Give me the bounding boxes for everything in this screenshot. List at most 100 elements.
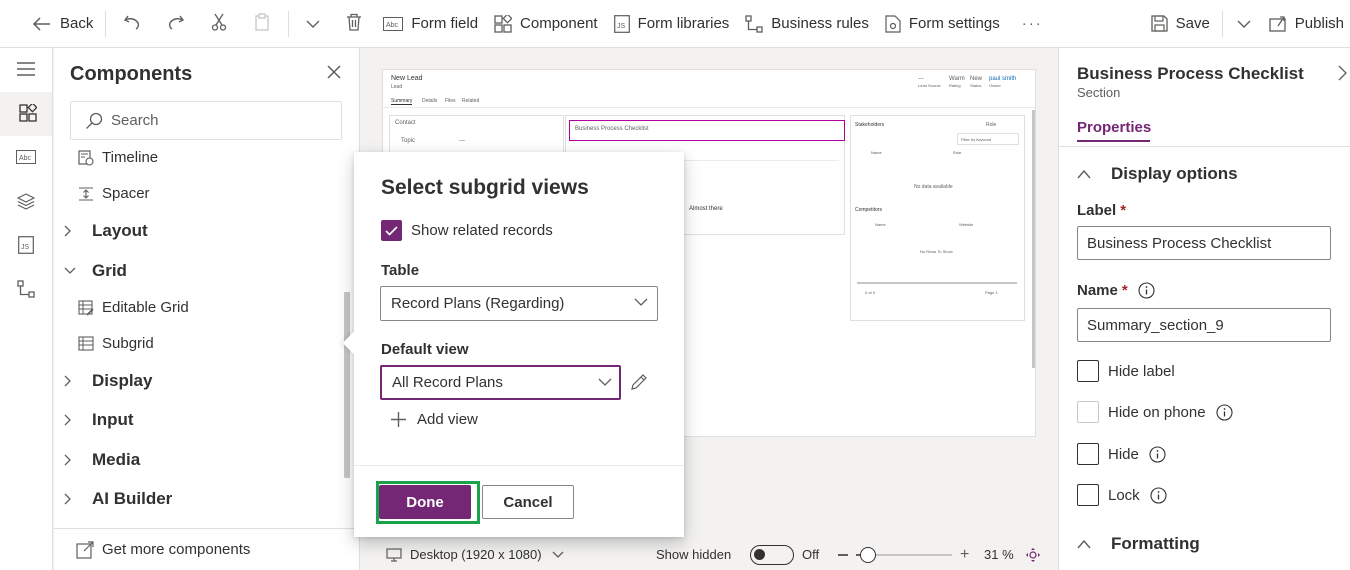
search-placeholder: Search (111, 112, 159, 129)
back-button[interactable]: Back (0, 0, 101, 48)
cut-button[interactable] (198, 0, 240, 48)
divider (1059, 146, 1350, 147)
svg-text:JS: JS (617, 23, 626, 30)
preview-col-header: Name (871, 150, 882, 155)
panel-scrollbar[interactable] (344, 292, 350, 478)
fit-screen-icon (1025, 547, 1041, 566)
hide-checkbox[interactable]: Hide (1077, 443, 1166, 465)
info-icon[interactable] (1150, 486, 1167, 504)
rail-table-columns[interactable]: Abc (0, 136, 52, 180)
form-settings-label: Form settings (908, 15, 1000, 32)
default-view-dropdown[interactable]: All Record Plans (380, 365, 621, 400)
save-options-dropdown[interactable] (1227, 0, 1261, 48)
display-options-section[interactable]: Display options (1077, 164, 1238, 184)
group-label: Layout (92, 221, 148, 240)
add-view-button[interactable]: Add view (390, 411, 478, 428)
component-item-timeline[interactable]: Timeline (78, 149, 158, 166)
tab-properties[interactable]: Properties (1077, 119, 1151, 136)
group-media[interactable]: Media (64, 450, 140, 470)
required-marker: * (1120, 202, 1127, 219)
component-item-editable-grid[interactable]: Editable Grid (78, 299, 189, 316)
tab-underline (1077, 140, 1150, 142)
group-label: Grid (92, 261, 127, 280)
select-subgrid-views-dialog: Select subgrid views Show related record… (342, 152, 684, 537)
hamburger-menu-button[interactable] (0, 48, 52, 92)
hamburger-icon (17, 61, 35, 79)
device-selector[interactable]: Desktop (1920 x 1080) (386, 547, 564, 562)
group-layout[interactable]: Layout (64, 221, 148, 241)
chevron-up-icon (1077, 539, 1101, 549)
canvas-footer: Desktop (1920 x 1080) Show hidden Off + … (361, 540, 1057, 570)
component-item-subgrid[interactable]: Subgrid (78, 335, 154, 352)
zoom-in-button[interactable]: + (960, 546, 969, 564)
table-dropdown[interactable]: Record Plans (Regarding) (380, 286, 658, 321)
search-input[interactable]: Search (70, 101, 342, 140)
group-ai-builder[interactable]: AI Builder (64, 489, 172, 509)
info-icon[interactable] (1216, 403, 1233, 421)
checkbox-label: Lock (1108, 486, 1140, 504)
get-more-components-link[interactable]: Get more components (54, 528, 359, 570)
preview-header-value: New (970, 76, 983, 82)
name-input[interactable]: Summary_section_9 (1077, 308, 1331, 342)
collapse-panel-button[interactable] (1338, 65, 1347, 84)
preview-section-title: Contact (395, 120, 416, 126)
hide-on-phone-checkbox[interactable]: Hide on phone (1077, 401, 1233, 423)
group-grid[interactable]: Grid (64, 261, 127, 281)
preview-add-role: Role (986, 122, 997, 128)
redo-button[interactable] (154, 0, 198, 48)
cancel-button[interactable]: Cancel (482, 485, 574, 519)
edit-view-button[interactable] (629, 372, 649, 395)
component-item-spacer[interactable]: Spacer (78, 185, 150, 202)
rail-business-rules[interactable] (0, 268, 52, 312)
fit-to-screen-button[interactable] (1025, 547, 1041, 566)
chevron-down-icon (64, 267, 82, 275)
subgrid-label: Subgrid (102, 335, 154, 352)
flow-icon (745, 14, 763, 33)
preview-col-header: Website (959, 222, 974, 227)
info-icon[interactable] (1138, 282, 1155, 299)
component-button[interactable]: Component (486, 0, 606, 48)
business-rules-button[interactable]: Business rules (737, 0, 877, 48)
form-libraries-button[interactable]: JS Form libraries (606, 0, 738, 48)
info-icon[interactable] (1149, 445, 1166, 463)
name-field-label: Name * (1077, 282, 1155, 299)
preview-col-header: Role (953, 150, 962, 155)
more-edit-dropdown[interactable] (293, 0, 333, 48)
toggle-thumb (754, 549, 765, 560)
lock-checkbox[interactable]: Lock (1077, 484, 1167, 506)
preview-header-label: Status (970, 83, 982, 88)
zoom-slider-thumb[interactable] (860, 547, 877, 563)
show-hidden-toggle[interactable] (750, 545, 794, 565)
trash-icon (346, 13, 362, 34)
zoom-out-button[interactable] (838, 554, 848, 556)
rail-components[interactable] (0, 92, 52, 136)
close-icon (327, 65, 341, 82)
pencil-icon (629, 372, 649, 395)
group-input[interactable]: Input (64, 410, 134, 430)
form-settings-button[interactable]: Form settings (877, 0, 1008, 48)
chevron-right-icon (64, 225, 82, 237)
paste-button[interactable] (240, 0, 284, 48)
done-button[interactable]: Done (379, 485, 471, 519)
divider (288, 10, 290, 37)
rail-tree-view[interactable] (0, 180, 52, 224)
undo-button[interactable] (110, 0, 154, 48)
svg-text:Abc: Abc (19, 155, 32, 162)
close-panel-button[interactable] (327, 65, 341, 82)
delete-button[interactable] (333, 0, 375, 48)
more-button[interactable]: ··· (1008, 0, 1051, 48)
chevron-right-icon (64, 454, 82, 466)
show-related-records-checkbox[interactable] (381, 220, 402, 241)
hide-label-checkbox[interactable]: Hide label (1077, 360, 1175, 382)
publish-button[interactable]: Publish (1261, 0, 1350, 48)
group-display[interactable]: Display (64, 371, 152, 391)
rail-form-libraries[interactable]: JS (0, 224, 52, 268)
timeline-icon (78, 149, 94, 166)
business-rules-label: Business rules (771, 15, 869, 32)
form-field-button[interactable]: Abc Form field (375, 0, 486, 48)
save-button[interactable]: Save (1143, 0, 1218, 48)
zoom-slider[interactable] (856, 547, 952, 563)
formatting-section[interactable]: Formatting (1077, 534, 1200, 554)
label-input[interactable]: Business Process Checklist (1077, 226, 1331, 260)
chevron-right-icon (1338, 65, 1347, 84)
